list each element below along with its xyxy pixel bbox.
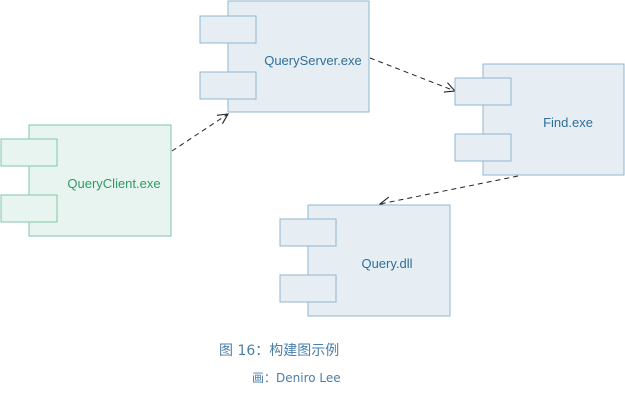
component-find: Find.exe	[454, 63, 625, 176]
component-port-icon	[454, 77, 512, 106]
figure-caption-title: 图 16：构建图示例	[219, 343, 340, 359]
component-label: Find.exe	[543, 115, 593, 130]
component-port-icon	[199, 71, 257, 100]
component-port-icon	[279, 218, 337, 247]
component-querydll: Query.dll	[279, 204, 451, 317]
dependency-arrow-find-to-querydll	[380, 175, 519, 204]
component-port-icon	[279, 274, 337, 303]
component-port-icon	[0, 194, 58, 223]
component-queryclient: QueryClient.exe	[0, 124, 172, 237]
dependency-arrow-queryclient-to-queryserver	[171, 114, 228, 152]
component-label: QueryServer.exe	[264, 53, 362, 68]
dependency-arrow-queryserver-to-find	[369, 57, 455, 91]
component-port-icon	[199, 15, 257, 44]
component-port-icon	[0, 138, 58, 167]
component-label: Query.dll	[361, 256, 412, 271]
component-queryserver: QueryServer.exe	[199, 0, 370, 113]
figure-credit-text: 画：Deniro Lee	[252, 371, 341, 385]
component-port-icon	[454, 133, 512, 162]
component-label: QueryClient.exe	[67, 176, 160, 191]
